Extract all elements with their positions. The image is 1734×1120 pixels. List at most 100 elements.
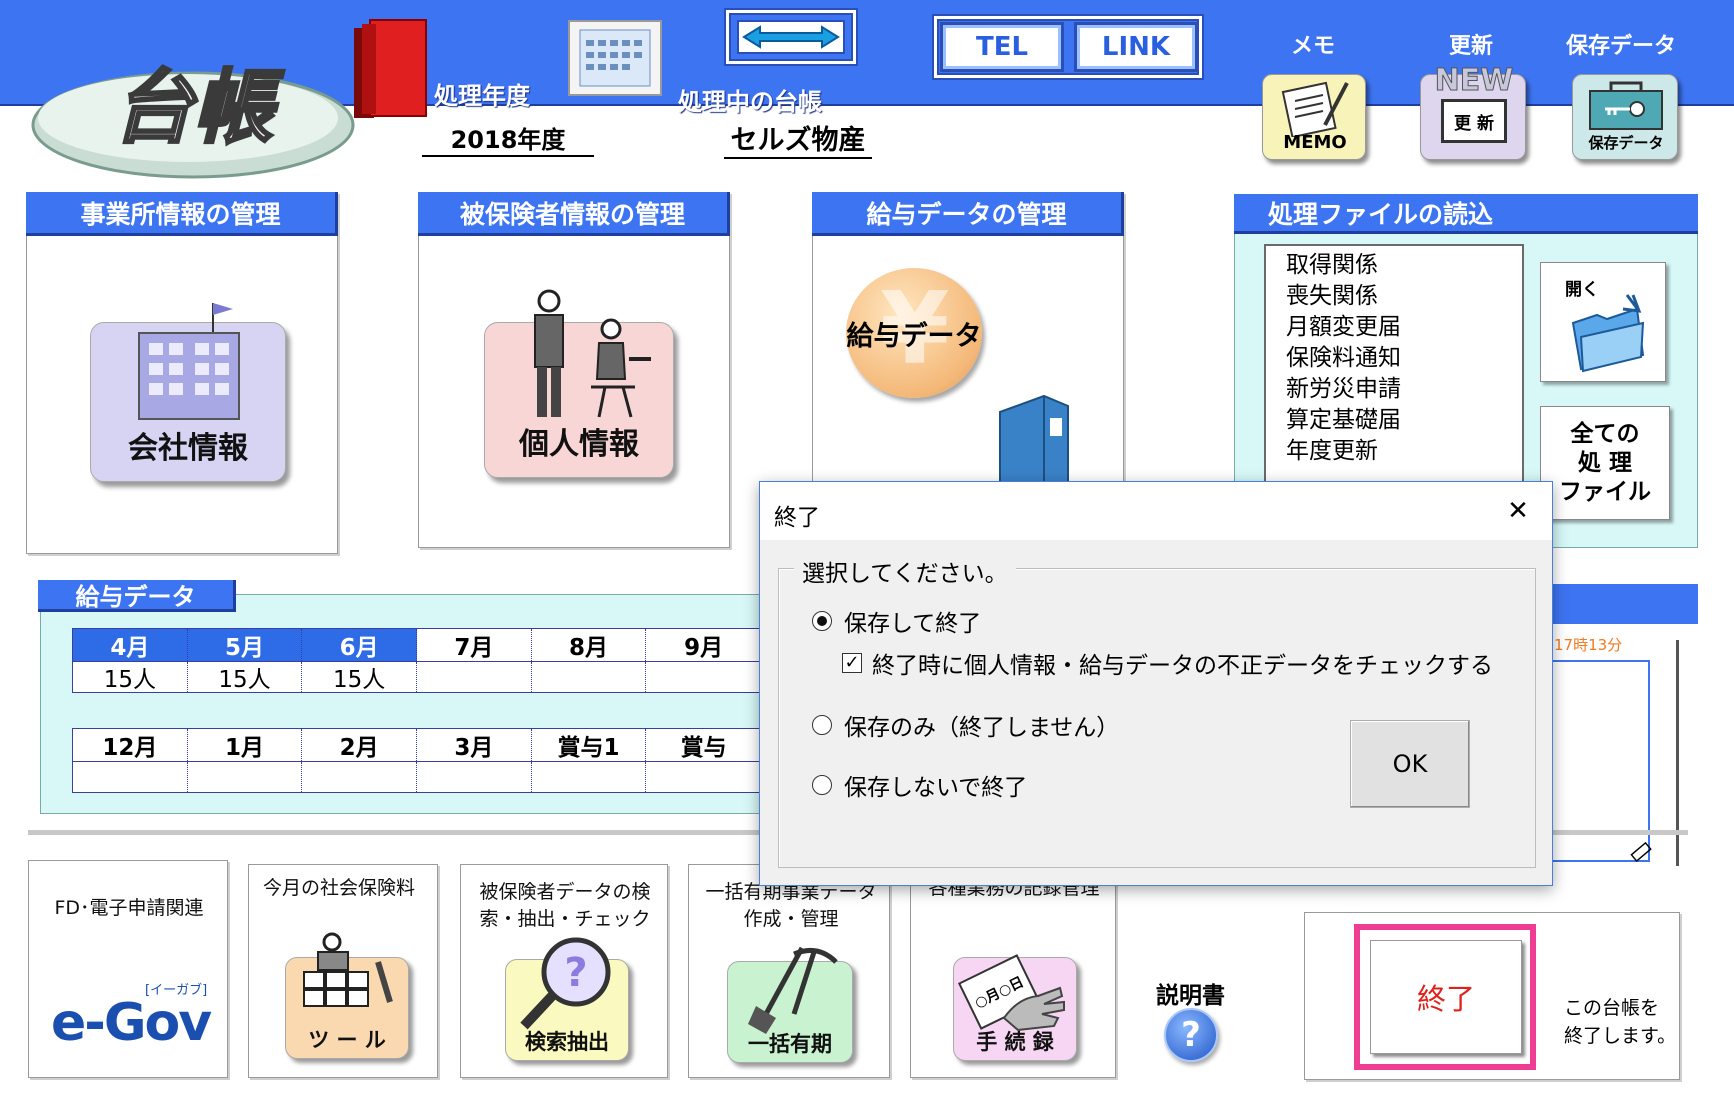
bulk-button[interactable]: 一括有期 <box>727 946 853 1063</box>
dialog-title: 終了 <box>774 505 820 531</box>
records-button[interactable]: ○月○日 手 続 録 <box>953 954 1077 1061</box>
process-file-item[interactable]: 月額変更届 <box>1286 312 1522 343</box>
process-file-item[interactable]: 取得関係 <box>1286 250 1522 281</box>
bulk-title: 一括有期事業データ作成・管理 <box>705 881 877 930</box>
process-file-item[interactable]: 喪失関係 <box>1286 281 1522 312</box>
egov-logo-text: e-Gov <box>51 993 212 1053</box>
saved-data-button[interactable]: 保存データ <box>1572 74 1678 160</box>
month-value-cell[interactable]: 15人 <box>302 662 418 693</box>
month-value-cell[interactable]: 15人 <box>188 662 303 693</box>
month-header-cell[interactable]: 2月 <box>302 729 418 761</box>
briefcase-key-icon <box>1589 81 1663 130</box>
memo-button[interactable]: MEMO <box>1262 74 1366 160</box>
ledger-value: セルズ物産 <box>724 118 872 159</box>
hand-icon <box>1002 986 1065 1032</box>
process-file-item[interactable]: 年度更新 <box>1286 436 1522 467</box>
shovel-pickaxe-icon <box>748 946 838 1034</box>
worker-tool-icon <box>303 932 393 1007</box>
ledger-logo: 台帳 <box>31 60 355 179</box>
process-file-list[interactable]: 取得関係 喪失関係 月額変更届 保険料通知 新労災申請 算定基礎届 年度更新 <box>1264 244 1524 504</box>
ok-button[interactable]: OK <box>1350 720 1470 808</box>
option-save-exit[interactable]: 保存して終了 <box>812 604 981 638</box>
calendar-icon[interactable] <box>568 20 662 96</box>
all-files-button[interactable]: 全ての 処 理 ファイル <box>1540 406 1670 520</box>
svg-text:?: ? <box>564 950 587 996</box>
month-header-cell[interactable]: 8月 <box>532 629 647 661</box>
salary-grid-row1: 4月 5月 6月 7月 8月 9月 15人 15人 15人 <box>72 628 762 693</box>
process-file-item[interactable]: 算定基礎届 <box>1286 405 1522 436</box>
exit-description: この台帳を 終了します。 <box>1564 994 1676 1050</box>
month-header-cell[interactable]: 9月 <box>646 629 761 661</box>
dialog-close-button[interactable]: ✕ <box>1488 488 1548 534</box>
all-files-line2: 処 理 <box>1577 449 1632 476</box>
open-folder-icon <box>1571 294 1645 373</box>
check-invalid-data-label: 終了時に個人情報・給与データの不正データをチェックする <box>872 653 1493 679</box>
month-value-cell[interactable] <box>73 762 188 792</box>
month-header-cell[interactable]: 賞与1 <box>532 729 647 761</box>
update-new-text: NEW <box>1434 63 1514 99</box>
memo-caption: メモ <box>1290 34 1335 59</box>
process-file-item[interactable]: 保険料通知 <box>1286 343 1522 374</box>
month-value-cell[interactable] <box>302 762 418 792</box>
year-label: 処理年度 <box>434 82 530 110</box>
search-title: 被保険者データの検索・抽出・チェック <box>479 881 651 930</box>
month-value-cell[interactable]: 15人 <box>73 662 188 693</box>
salary-data-label: 給与データ <box>846 320 982 352</box>
month-value-cell[interactable] <box>646 762 761 792</box>
month-header-cell[interactable]: 賞与 <box>646 729 761 761</box>
search-extract-button[interactable]: ? 検索抽出 <box>505 937 629 1061</box>
option-exit-no-save-label: 保存しないで終了 <box>844 775 1028 801</box>
company-info-button[interactable]: 会社情報 <box>90 303 286 482</box>
month-header-cell[interactable]: 3月 <box>417 729 532 761</box>
salary-grid-row2: 12月 1月 2月 3月 賞与1 賞与 <box>72 728 762 793</box>
exit-button[interactable]: 終了 <box>1370 940 1522 1054</box>
check-invalid-data-box[interactable]: ✓ <box>842 653 862 673</box>
option-save-only-radio[interactable] <box>812 715 832 735</box>
option-exit-no-save-radio[interactable] <box>812 775 832 795</box>
premium-tool-button[interactable]: ツ ー ル <box>285 932 409 1059</box>
month-value-cell[interactable] <box>417 762 532 792</box>
month-header-cell[interactable]: 4月 <box>73 629 188 661</box>
option-exit-no-save[interactable]: 保存しないで終了 <box>812 768 1027 802</box>
link-button[interactable]: LINK <box>1074 22 1198 72</box>
all-files-line1: 全ての <box>1570 420 1640 447</box>
file-cabinet-icon <box>999 394 1069 492</box>
month-value-cell[interactable] <box>417 662 532 692</box>
month-value-cell[interactable] <box>532 662 647 692</box>
exit-dialog: 終了 ✕ 選択してください。 保存して終了 ✓ 終了時に個人情報・給与データの不… <box>759 481 1553 886</box>
tel-button[interactable]: TEL <box>940 22 1064 72</box>
update-button[interactable]: NEW 更 新 <box>1420 63 1526 160</box>
month-value-cell[interactable] <box>532 762 647 792</box>
month-header-cell[interactable]: 1月 <box>188 729 303 761</box>
check-invalid-data[interactable]: ✓ 終了時に個人情報・給与データの不正データをチェックする <box>842 646 1493 680</box>
option-save-only[interactable]: 保存のみ（終了しません） <box>812 708 1119 742</box>
month-header-cell[interactable]: 7月 <box>417 629 532 661</box>
month-value-cell[interactable] <box>188 762 303 792</box>
process-file-item[interactable]: 新労災申請 <box>1286 374 1522 405</box>
update-button-label: 更 新 <box>1441 99 1507 143</box>
saved-data-caption: 保存データ <box>1565 34 1676 59</box>
memo-notepad-icon <box>1281 81 1349 137</box>
update-caption: 更新 <box>1448 34 1493 59</box>
egov-button[interactable]: [イーガブ] e-Gov <box>49 973 217 1069</box>
month-header-cell[interactable]: 6月 <box>302 629 418 661</box>
option-save-exit-radio[interactable] <box>812 611 832 631</box>
switch-ledger-button[interactable] <box>726 10 856 64</box>
salary-data-button[interactable]: ¥ 給与データ <box>846 268 982 398</box>
insured-panel-title: 被保険者情報の管理 <box>418 192 730 236</box>
all-files-line3: ファイル <box>1559 478 1651 505</box>
option-group-label: 選択してください。 <box>794 554 1016 588</box>
month-header-cell[interactable]: 12月 <box>73 729 188 761</box>
open-file-button[interactable]: 開く <box>1540 262 1666 382</box>
search-panel: 被保険者データの検索・抽出・チェック ? 検索抽出 <box>460 864 668 1078</box>
help-icon[interactable]: ? <box>1164 1008 1218 1062</box>
saved-data-button-label: 保存データ <box>1588 134 1664 152</box>
right-panel-header <box>1540 584 1698 624</box>
premium-title: 今月の社会保険料 <box>263 877 416 899</box>
fd-title: FD･電子申請関連 <box>54 897 204 919</box>
personal-info-button[interactable]: 個人情報 <box>484 289 674 478</box>
building-icon <box>138 303 240 420</box>
month-header-cell[interactable]: 5月 <box>187 629 303 661</box>
binder-icon <box>354 19 427 118</box>
month-value-cell[interactable] <box>646 662 761 692</box>
